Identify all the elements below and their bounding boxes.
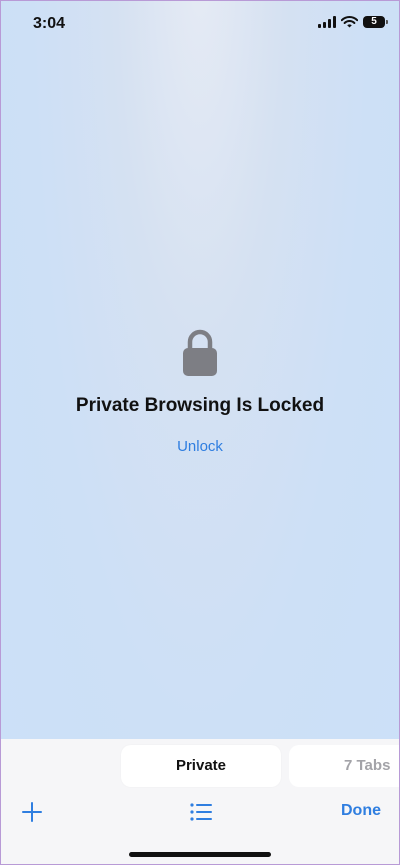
lock-icon [183,329,217,376]
unlock-button[interactable]: Unlock [1,438,399,455]
tab-group-tabs[interactable]: 7 Tabs [289,745,399,787]
home-indicator [129,852,271,857]
done-button[interactable]: Done [341,802,381,820]
status-bar: 3:04 5 [1,1,399,49]
signal-icon [318,16,336,28]
tab-bar-panel: Private 7 Tabs Done [1,739,399,864]
plus-icon[interactable] [21,801,43,823]
locked-title: Private Browsing Is Locked [75,395,325,416]
list-icon[interactable] [190,802,212,822]
battery-icon: 5 [363,16,388,28]
private-browsing-screen: 3:04 5 Private Browsing Is Locked Unlock… [0,0,400,865]
status-icons: 5 [318,16,388,28]
tab-group-private[interactable]: Private [121,745,281,787]
wifi-icon [341,16,358,28]
status-time: 3:04 [33,15,66,32]
